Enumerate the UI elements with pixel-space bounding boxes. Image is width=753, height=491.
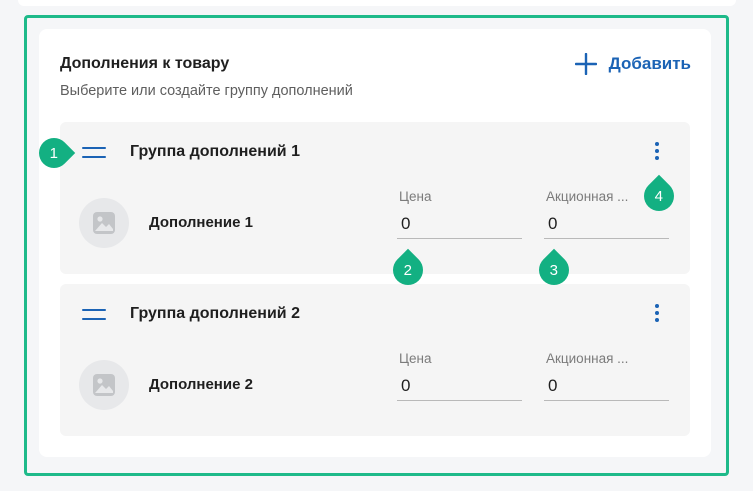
price-input[interactable] [397, 371, 522, 401]
price-field: Цена [397, 351, 522, 403]
previous-card [18, 0, 736, 6]
section-subtitle: Выберите или создайте группу дополнений [60, 83, 353, 99]
drag-handle-icon[interactable] [82, 309, 106, 321]
add-group-button[interactable]: Добавить [574, 53, 691, 75]
more-options-icon[interactable] [650, 302, 664, 324]
more-options-icon[interactable] [650, 140, 664, 162]
add-group-label: Добавить [608, 54, 691, 73]
addon-group-1: Группа дополнений 1 Дополнение 1 Цена Ак… [60, 122, 690, 274]
image-placeholder-icon[interactable] [79, 198, 129, 248]
image-placeholder-icon[interactable] [79, 360, 129, 410]
addon-name: Дополнение 2 [149, 376, 253, 393]
promo-price-field: Акционная ... [544, 351, 669, 403]
promo-price-input[interactable] [544, 371, 669, 401]
group-title: Группа дополнений 2 [130, 305, 300, 322]
section-title: Дополнения к товару [60, 55, 230, 72]
addon-name: Дополнение 1 [149, 214, 253, 231]
price-label: Цена [399, 189, 432, 204]
group-title: Группа дополнений 1 [130, 143, 300, 160]
plus-icon [574, 53, 597, 75]
addon-group-2: Группа дополнений 2 Дополнение 2 Цена Ак… [60, 284, 690, 436]
addons-card: Дополнения к товару Выберите или создайт… [39, 29, 711, 457]
promo-price-label: Акционная ... [546, 189, 629, 204]
drag-handle-icon[interactable] [82, 147, 106, 159]
price-input[interactable] [397, 209, 522, 239]
promo-price-input[interactable] [544, 209, 669, 239]
price-label: Цена [399, 351, 432, 366]
price-field: Цена [397, 189, 522, 241]
promo-price-label: Акционная ... [546, 351, 629, 366]
